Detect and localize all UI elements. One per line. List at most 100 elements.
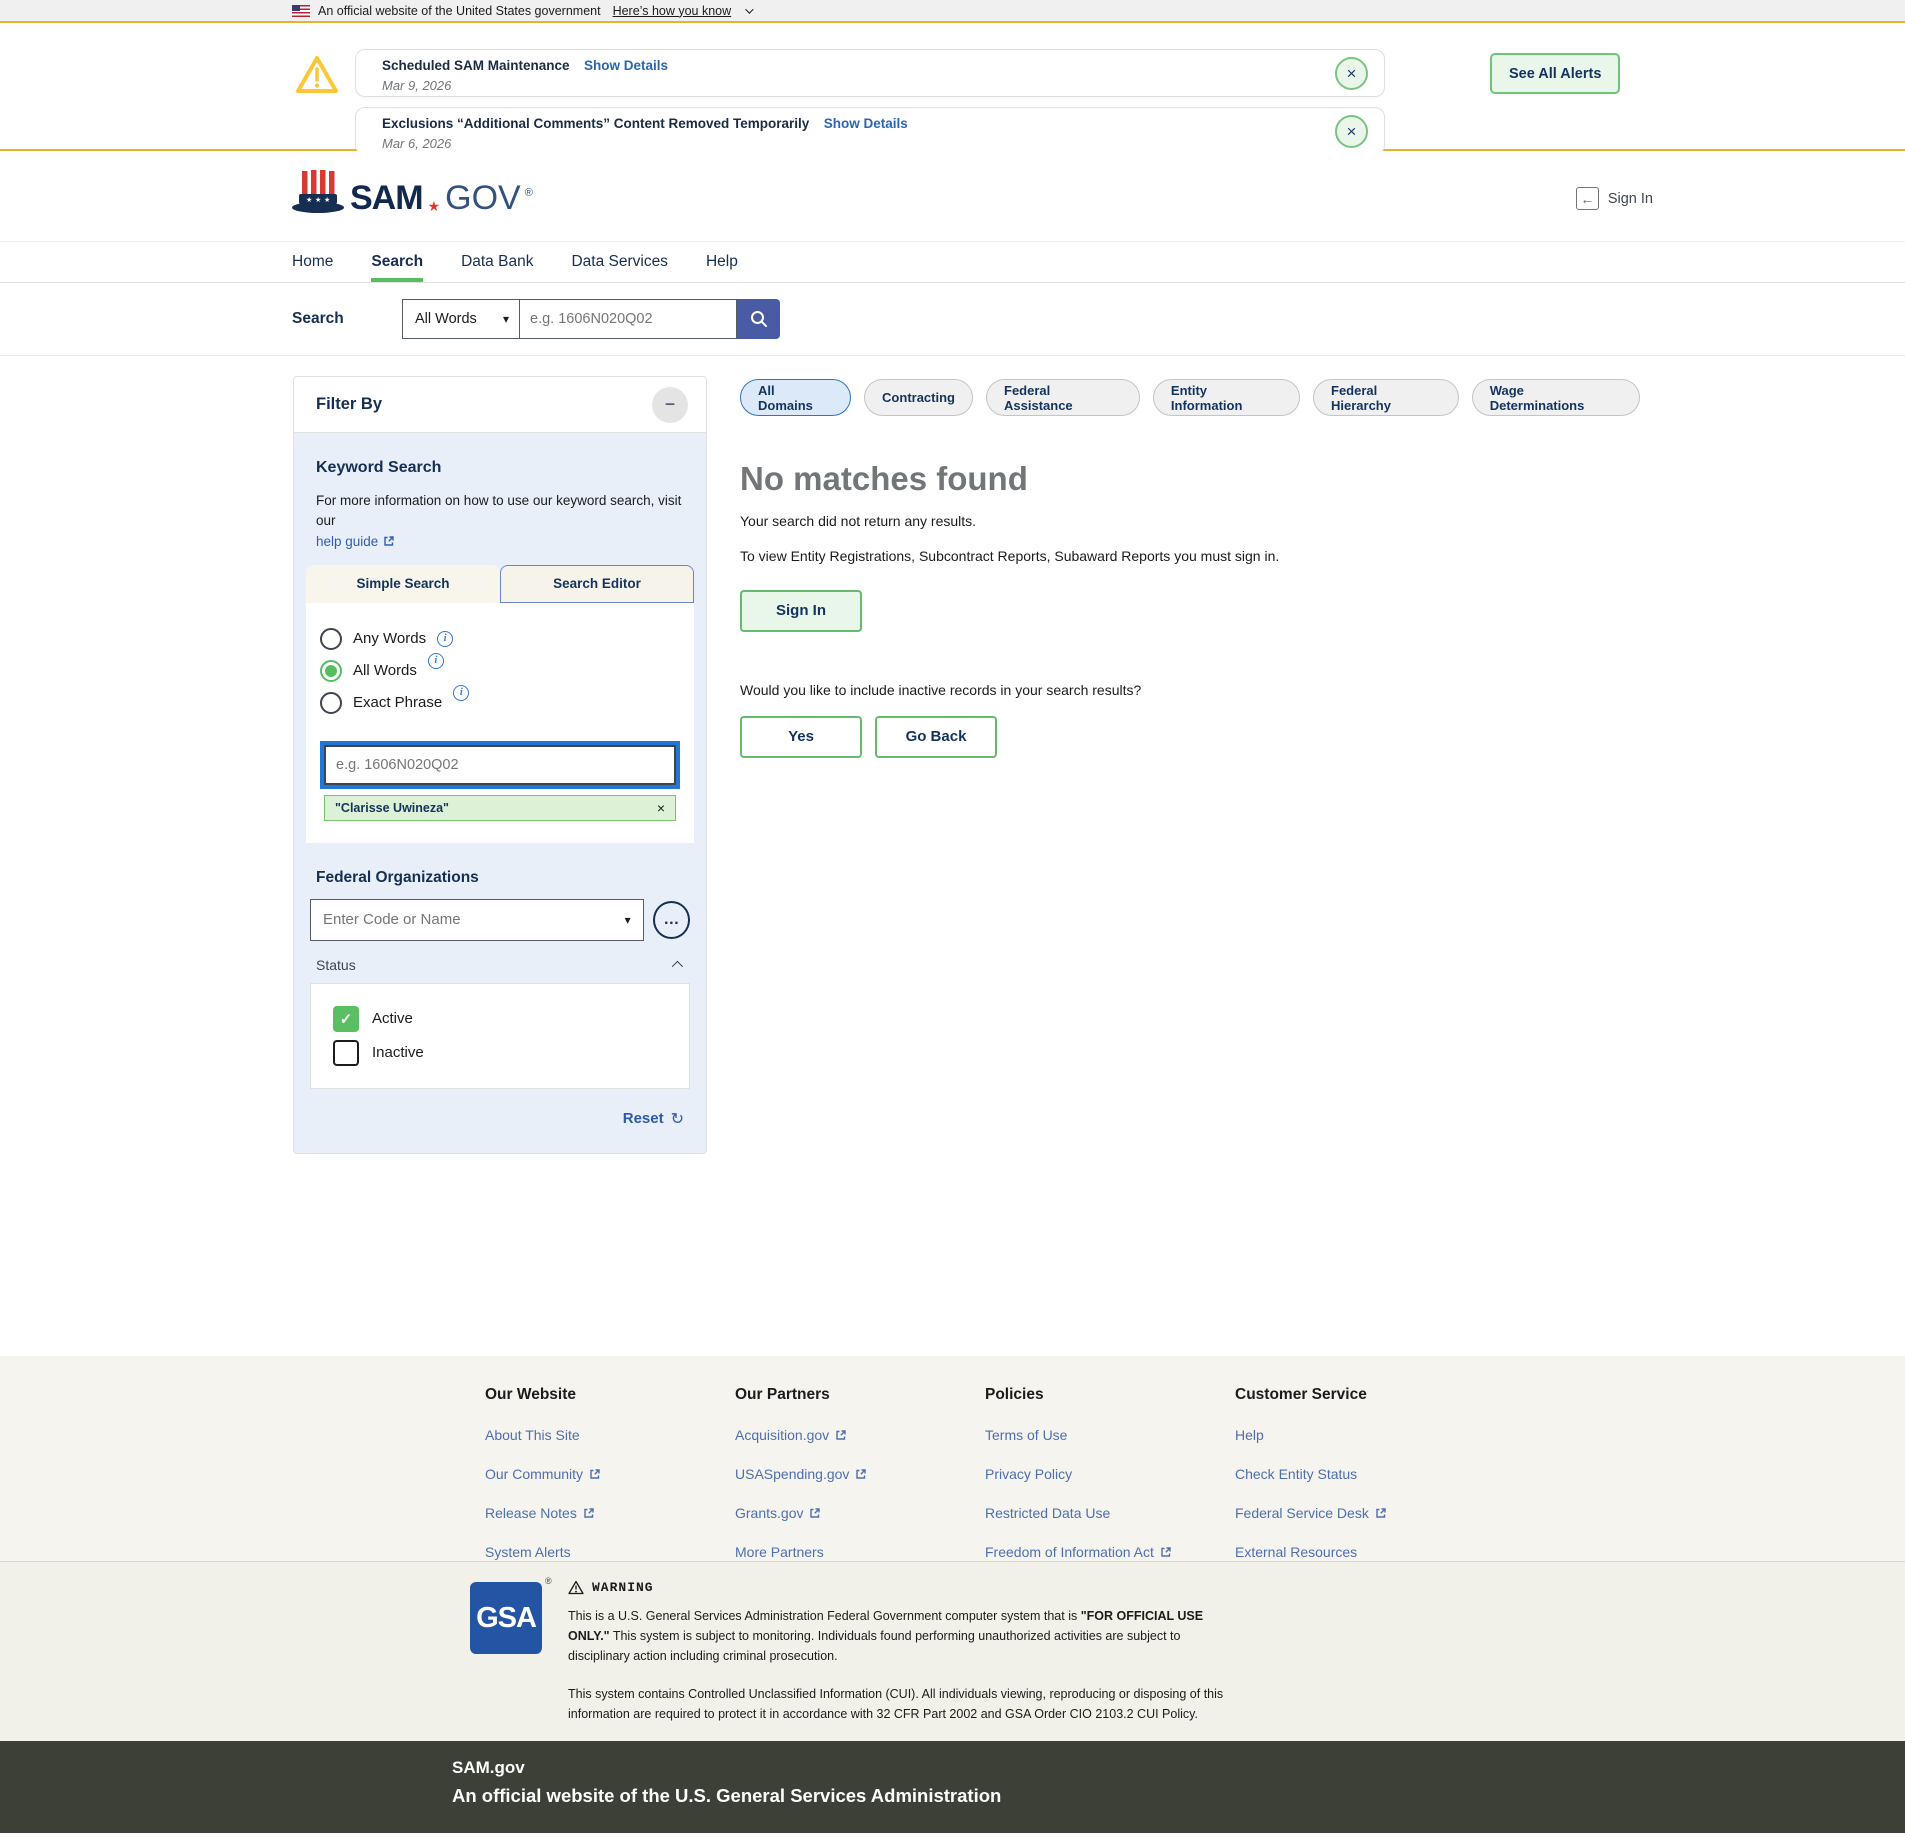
checkbox-checked-icon[interactable]: ✓: [333, 1006, 359, 1032]
keyword-input[interactable]: [324, 745, 676, 785]
footer-link-our-community[interactable]: Our Community: [485, 1466, 735, 1482]
go-back-button[interactable]: Go Back: [875, 716, 997, 758]
radio-label: Exact Phrase: [353, 694, 442, 711]
info-icon[interactable]: i: [428, 653, 444, 669]
footer-link-foia[interactable]: Freedom of Information Act: [985, 1544, 1235, 1560]
nav-item-home[interactable]: Home: [292, 242, 333, 282]
status-header[interactable]: Status: [316, 957, 680, 973]
more-options-icon[interactable]: …: [653, 901, 690, 939]
tab-search-editor[interactable]: Search Editor: [500, 565, 694, 603]
chevron-up-icon[interactable]: [672, 960, 683, 971]
reset-icon[interactable]: ↻: [671, 1109, 684, 1129]
keyword-search-intro: For more information on how to use our k…: [316, 491, 684, 532]
external-link-icon: [855, 1468, 867, 1480]
domain-tab-contracting[interactable]: Contracting: [864, 379, 973, 416]
federal-organizations-heading: Federal Organizations: [316, 869, 684, 887]
footer-link-about-this-site[interactable]: About This Site: [485, 1427, 735, 1443]
see-all-alerts-button[interactable]: See All Alerts: [1490, 53, 1620, 94]
nav-item-data-services[interactable]: Data Services: [571, 242, 667, 282]
footer-link-help[interactable]: Help: [1235, 1427, 1485, 1443]
footer-heading: Our Partners: [735, 1386, 985, 1404]
how-you-know-link[interactable]: Here’s how you know: [613, 4, 732, 18]
federal-org-combobox[interactable]: Enter Code or Name ▾: [310, 899, 644, 941]
external-link-icon: [835, 1429, 847, 1441]
radio-label: All Words: [353, 662, 417, 679]
reset-row: Reset ↻: [306, 1109, 684, 1129]
search-type-dropdown[interactable]: All Words ▾: [402, 299, 520, 339]
radio-exact-phrase[interactable]: Exact Phrase i: [320, 687, 680, 719]
nav-item-search[interactable]: Search: [371, 242, 423, 282]
footer-official-line: An official website of the U.S. General …: [452, 1785, 1905, 1807]
chevron-down-icon[interactable]: [745, 5, 753, 13]
nav-item-help[interactable]: Help: [706, 242, 738, 282]
radio-button[interactable]: [320, 692, 342, 714]
warning-paragraph-2: This system contains Controlled Unclassi…: [568, 1684, 1236, 1724]
close-icon[interactable]: ×: [1335, 57, 1368, 90]
main-content: Filter By − Keyword Search For more info…: [0, 356, 1905, 1356]
footer-link-terms-of-use[interactable]: Terms of Use: [985, 1427, 1235, 1443]
footer-heading: Our Website: [485, 1386, 735, 1404]
footer-link-system-alerts[interactable]: System Alerts: [485, 1544, 735, 1560]
alert-maintenance: Scheduled SAM Maintenance Show Details M…: [355, 49, 1385, 97]
footer-link-privacy-policy[interactable]: Privacy Policy: [985, 1466, 1235, 1482]
remove-chip-icon[interactable]: ×: [657, 800, 665, 816]
reset-link[interactable]: Reset: [623, 1110, 664, 1127]
footer-link-acquisition-gov[interactable]: Acquisition.gov: [735, 1427, 985, 1443]
footer-link-more-partners[interactable]: More Partners: [735, 1544, 985, 1560]
keyword-chip: "Clarisse Uwineza" ×: [324, 795, 676, 821]
domain-tabs: All Domains Contracting Federal Assistan…: [740, 379, 1640, 416]
alert-title: Exclusions “Additional Comments” Content…: [382, 116, 809, 131]
show-details-link[interactable]: Show Details: [824, 116, 908, 131]
nav-item-data-bank[interactable]: Data Bank: [461, 242, 533, 282]
domain-tab-federal-hierarchy[interactable]: Federal Hierarchy: [1313, 379, 1459, 416]
footer-link-usaspending-gov[interactable]: USASpending.gov: [735, 1466, 985, 1482]
radio-button-selected[interactable]: [320, 660, 342, 682]
footer-link-federal-service-desk[interactable]: Federal Service Desk: [1235, 1505, 1485, 1521]
domain-tab-entity-information[interactable]: Entity Information: [1153, 379, 1300, 416]
sign-in-button[interactable]: Sign In: [740, 590, 862, 632]
warning-triangle-icon: [294, 53, 340, 97]
search-type-value: All Words: [415, 311, 477, 327]
footer-link-check-entity-status[interactable]: Check Entity Status: [1235, 1466, 1485, 1482]
gsa-logo: GSA: [470, 1582, 542, 1654]
radio-any-words[interactable]: Any Words i: [320, 623, 680, 655]
search-bar: Search All Words ▾: [0, 283, 1905, 356]
footer-link-release-notes[interactable]: Release Notes: [485, 1505, 735, 1521]
dropdown-arrow-icon: ▾: [503, 312, 509, 326]
checkbox-active-row[interactable]: ✓ Active: [333, 1002, 689, 1036]
external-link-icon: [383, 535, 395, 547]
collapse-filters-button[interactable]: −: [652, 387, 688, 423]
footer-link-external-resources[interactable]: External Resources: [1235, 1544, 1485, 1560]
radio-button[interactable]: [320, 628, 342, 650]
sign-in-note: To view Entity Registrations, Subcontrac…: [740, 546, 1395, 568]
tab-simple-search[interactable]: Simple Search: [306, 565, 500, 603]
site-header: ★ ★ ★ SAM ★ GOV ® ← Sign In: [0, 151, 1905, 241]
info-icon[interactable]: i: [437, 631, 453, 647]
external-link-icon: [589, 1468, 601, 1480]
domain-tab-wage-determinations[interactable]: Wage Determinations: [1472, 379, 1640, 416]
keyword-chip-text: "Clarisse Uwineza": [335, 801, 449, 815]
search-button[interactable]: [737, 299, 780, 339]
radio-all-words[interactable]: All Words i: [320, 655, 680, 687]
search-input[interactable]: [520, 299, 737, 339]
uncle-sam-hat-icon: ★ ★ ★: [290, 169, 346, 215]
filter-panel: Filter By − Keyword Search For more info…: [293, 376, 707, 1154]
yes-button[interactable]: Yes: [740, 716, 862, 758]
no-matches-title: No matches found: [740, 460, 1640, 498]
header-sign-in-link[interactable]: ← Sign In: [1576, 187, 1653, 210]
sam-gov-logo[interactable]: ★ ★ ★ SAM ★ GOV ®: [290, 169, 533, 215]
domain-tab-all-domains[interactable]: All Domains: [740, 379, 851, 416]
logo-star-icon: ★: [428, 199, 441, 213]
domain-tab-federal-assistance[interactable]: Federal Assistance: [986, 379, 1140, 416]
footer-link-restricted-data-use[interactable]: Restricted Data Use: [985, 1505, 1235, 1521]
no-matches-message: Your search did not return any results.: [740, 513, 1640, 529]
checkbox-unchecked[interactable]: [333, 1040, 359, 1066]
footer-link-grants-gov[interactable]: Grants.gov: [735, 1505, 985, 1521]
checkbox-inactive-row[interactable]: Inactive: [333, 1036, 689, 1070]
info-icon[interactable]: i: [453, 685, 469, 701]
show-details-link[interactable]: Show Details: [584, 58, 668, 73]
footer-col-customer-service: Customer Service Help Check Entity Statu…: [1235, 1386, 1485, 1561]
warning-block: WARNING This is a U.S. General Services …: [568, 1580, 1236, 1724]
help-guide-link[interactable]: help guide: [316, 534, 395, 549]
close-icon[interactable]: ×: [1335, 115, 1368, 148]
